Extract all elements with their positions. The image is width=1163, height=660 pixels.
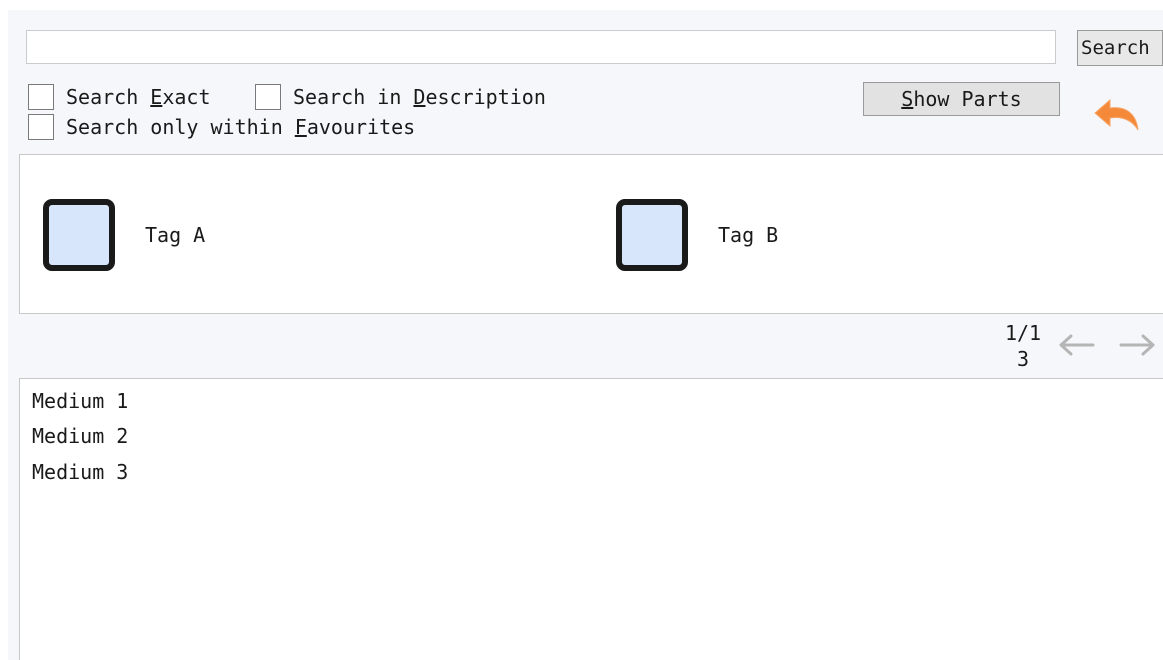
- search-description-option[interactable]: Search in Description: [255, 83, 546, 111]
- search-favourites-checkbox[interactable]: [28, 114, 54, 140]
- tag-label: Tag B: [718, 223, 779, 247]
- search-exact-option[interactable]: Search Exact: [28, 83, 211, 111]
- page-indicator: 1/1: [1004, 321, 1042, 345]
- tag-square-icon: [616, 199, 688, 271]
- result-count: 3: [1016, 347, 1030, 371]
- search-favourites-option[interactable]: Search only within Favourites: [28, 113, 415, 141]
- search-exact-checkbox[interactable]: [28, 84, 54, 110]
- list-item[interactable]: Medium 3: [32, 460, 128, 484]
- search-input[interactable]: [26, 30, 1056, 64]
- list-item[interactable]: Medium 2: [32, 424, 128, 448]
- search-button[interactable]: Search: [1077, 30, 1163, 66]
- undo-arrow-icon[interactable]: [1092, 92, 1148, 138]
- search-description-checkbox[interactable]: [255, 84, 281, 110]
- arrow-right-icon[interactable]: [1118, 332, 1158, 358]
- search-favourites-label: Search only within Favourites: [66, 115, 416, 139]
- tag-item[interactable]: Tag B: [616, 199, 778, 271]
- tags-panel: Tag A Tag B: [19, 154, 1163, 314]
- search-description-label: Search in Description: [293, 85, 546, 109]
- arrow-left-icon[interactable]: [1056, 332, 1096, 358]
- search-exact-label: Search Exact: [66, 85, 211, 109]
- media-list: Medium 1 Medium 2 Medium 3: [19, 378, 1163, 660]
- tag-item[interactable]: Tag A: [43, 199, 205, 271]
- pagination-info: 1/1 3: [988, 320, 1058, 372]
- search-panel: Search Search Exact Search in Descriptio…: [8, 10, 1163, 660]
- list-item[interactable]: Medium 1: [32, 389, 128, 413]
- show-parts-button[interactable]: Show Parts: [863, 82, 1060, 116]
- tag-label: Tag A: [145, 223, 206, 247]
- tag-square-icon: [43, 199, 115, 271]
